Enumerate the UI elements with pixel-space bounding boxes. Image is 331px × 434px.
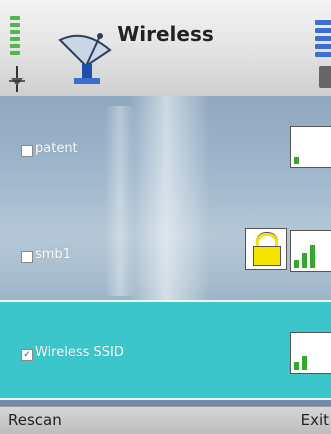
status-level-icon [315, 20, 331, 60]
network-row-smb1[interactable]: smb1 [0, 196, 331, 300]
title-bar: Wireless [0, 0, 331, 96]
lock-icon [245, 228, 287, 270]
network-row-wireless-ssid[interactable]: ✓ Wireless SSID [0, 300, 331, 400]
rescan-button[interactable]: Rescan [8, 411, 62, 429]
wifi-signal-icon [290, 332, 331, 374]
network-list: patent smb1 ✓ Wireless SSID [0, 96, 331, 406]
network-name: patent [35, 141, 78, 156]
network-name: smb1 [35, 247, 71, 262]
wifi-signal-icon [290, 230, 331, 272]
exit-button[interactable]: Exit [301, 411, 329, 429]
network-checkbox[interactable]: ✓ [21, 349, 33, 361]
network-row-patent[interactable]: patent [0, 96, 331, 196]
antenna-icon [9, 66, 25, 92]
network-checkbox[interactable] [21, 251, 33, 263]
softkey-bar: Rescan Exit [0, 406, 331, 434]
page-title: Wireless [117, 22, 214, 46]
network-name: Wireless SSID [35, 345, 124, 360]
network-checkbox[interactable] [21, 145, 33, 157]
wifi-signal-icon [290, 126, 331, 168]
battery-icon [319, 66, 331, 88]
